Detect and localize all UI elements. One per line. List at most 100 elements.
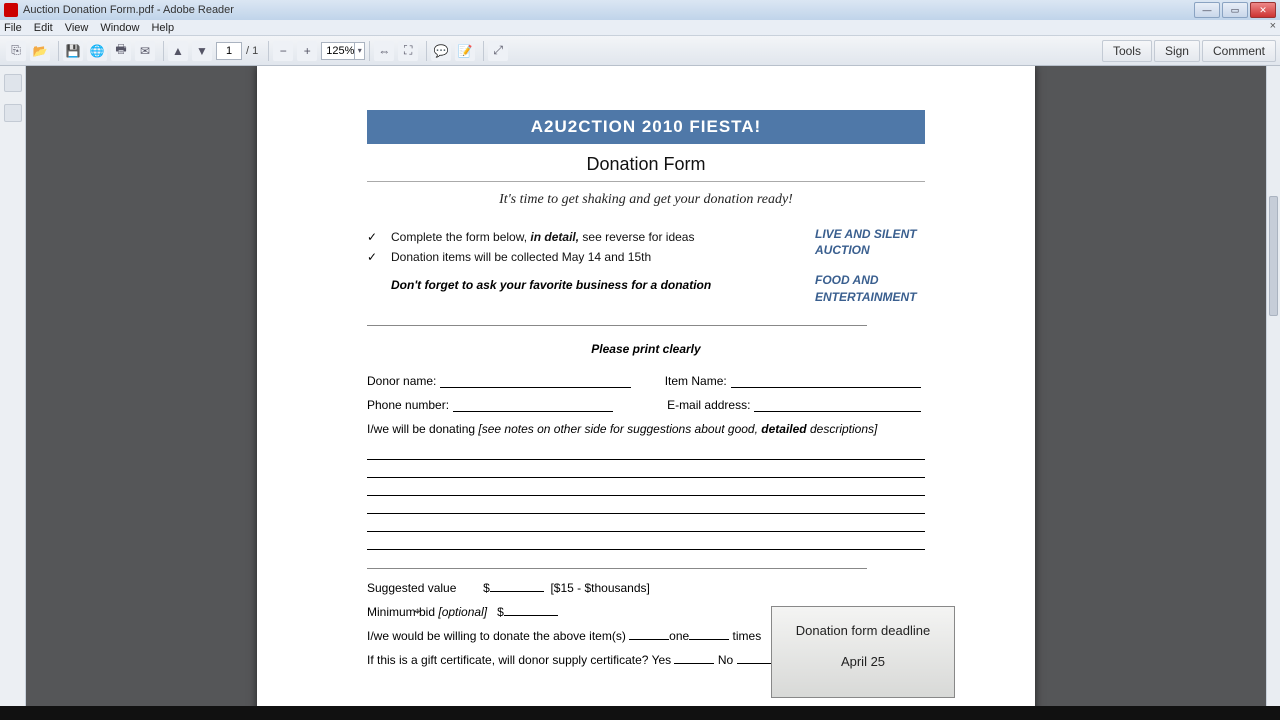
dollar-sign: $ (483, 581, 490, 595)
comment-bubble-icon[interactable]: 💬 (431, 41, 451, 61)
form-subtitle: Donation Form (367, 144, 925, 181)
minimize-button[interactable]: — (1194, 2, 1220, 18)
menubar-close-icon[interactable]: × (1270, 20, 1276, 32)
donating-c: detailed (761, 422, 806, 436)
bullet1-b: in detail, (530, 230, 579, 244)
donating-d: descriptions] (807, 422, 878, 436)
highlight-icon[interactable]: 📝 (455, 41, 475, 61)
deadline-line1: Donation form deadline (772, 623, 954, 638)
separator (483, 41, 484, 61)
donating-b: [see notes on other side for suggestions… (478, 422, 761, 436)
nav-rail (0, 66, 26, 706)
window-title: Auction Donation Form.pdf - Adobe Reader (23, 4, 1192, 16)
comment-button[interactable]: Comment (1202, 40, 1276, 62)
row-donor-item: Donor name: Item Name: (367, 374, 925, 388)
save-icon[interactable]: 💾 (63, 41, 83, 61)
menu-window[interactable]: Window (100, 22, 139, 34)
open-icon[interactable]: 📂 (30, 41, 50, 61)
bottom-strip (0, 706, 1280, 720)
bullet1-c: see reverse for ideas (579, 230, 694, 244)
maximize-button[interactable]: ▭ (1222, 2, 1248, 18)
intro-right: LIVE AND SILENT AUCTION FOOD AND ENTERTA… (815, 224, 925, 319)
deadline-box: Donation form deadline April 25 (771, 606, 955, 698)
zoom-select[interactable]: 125% ▾ (321, 42, 365, 60)
zoom-value: 125% (326, 43, 354, 59)
sign-button[interactable]: Sign (1154, 40, 1200, 62)
menu-file[interactable]: File (4, 22, 22, 34)
gift-a: If this is a gift certificate, will dono… (367, 653, 674, 667)
bullet-1: ✓ Complete the form below, in detail, se… (367, 230, 795, 244)
label-optional: [optional] (438, 605, 487, 619)
menu-edit[interactable]: Edit (34, 22, 53, 34)
bullet2-text: Donation items will be collected May 14 … (391, 250, 651, 264)
label-minbid: Minimum bid (367, 605, 438, 619)
separator (369, 41, 370, 61)
right-panel-buttons: Tools Sign Comment (1102, 40, 1276, 62)
divider (367, 325, 867, 326)
print-icon[interactable]: 🖶 (111, 41, 131, 61)
blank-line (367, 460, 925, 478)
fit-page-icon[interactable]: ⛶ (398, 41, 418, 61)
willing-c: times (729, 629, 761, 643)
page-up-icon[interactable]: ▲ (168, 41, 188, 61)
divider (367, 568, 867, 569)
blank-line (367, 532, 925, 550)
export-pdf-icon[interactable]: ⎘ (6, 41, 26, 61)
tagline: It's time to get shaking and get your do… (367, 192, 925, 208)
bullet-2: ✓ Donation items will be collected May 1… (367, 250, 795, 264)
menu-view[interactable]: View (65, 22, 89, 34)
blank-line (367, 478, 925, 496)
tools-button[interactable]: Tools (1102, 40, 1152, 62)
sidebar-note-1: LIVE AND SILENT AUCTION (815, 226, 925, 258)
blank-line (367, 496, 925, 514)
willing-b: one (669, 629, 689, 643)
donating-a: I/we will be donating (367, 422, 478, 436)
menu-help[interactable]: Help (151, 22, 174, 34)
willing-a: I/we would be willing to donate the abov… (367, 629, 629, 643)
deadline-line2: April 25 (772, 654, 954, 669)
label-phone: Phone number: (367, 398, 449, 412)
email-icon[interactable]: ✉ (135, 41, 155, 61)
divider (367, 181, 925, 182)
field-item (731, 374, 921, 388)
attachments-icon[interactable] (4, 104, 22, 122)
print-note: Please print clearly (367, 342, 925, 356)
menubar: File Edit View Window Help × (0, 20, 1280, 36)
refresh-icon[interactable]: 🌐 (87, 41, 107, 61)
read-mode-icon[interactable]: ⤢ (488, 41, 508, 61)
label-email: E-mail address: (667, 398, 750, 412)
zoom-in-icon[interactable]: + (297, 41, 317, 61)
gift-no: No (714, 653, 736, 667)
row-suggested: Suggested value $ [$15 - $thousands] (367, 581, 925, 595)
page-number-input[interactable]: 1 (216, 42, 242, 60)
app-icon (4, 3, 18, 17)
thumbnails-icon[interactable] (4, 74, 22, 92)
suggested-hint: [$15 - $thousands] (550, 581, 649, 595)
page-down-icon[interactable]: ▼ (192, 41, 212, 61)
donating-line: I/we will be donating [see notes on othe… (367, 422, 925, 436)
zoom-out-icon[interactable]: − (273, 41, 293, 61)
row-phone-email: Phone number: E-mail address: (367, 398, 925, 412)
window-controls: — ▭ ✕ (1192, 2, 1276, 18)
close-button[interactable]: ✕ (1250, 2, 1276, 18)
document-viewer[interactable]: A2U2CTION 2010 FIESTA! Donation Form It'… (26, 66, 1266, 706)
field-donor (440, 374, 630, 388)
blank-line (367, 442, 925, 460)
field-phone (453, 398, 613, 412)
field-willing-1 (629, 639, 669, 640)
checkmark-icon: ✓ (367, 250, 391, 264)
page-total: / 1 (246, 45, 258, 57)
workarea: A2U2CTION 2010 FIESTA! Donation Form It'… (0, 66, 1280, 706)
field-willing-2 (689, 639, 729, 640)
separator (426, 41, 427, 61)
field-email (754, 398, 921, 412)
titlebar: Auction Donation Form.pdf - Adobe Reader… (0, 0, 1280, 20)
separator (163, 41, 164, 61)
scrollbar-thumb[interactable] (1269, 196, 1278, 316)
vertical-scrollbar[interactable] (1266, 66, 1280, 706)
fit-width-icon[interactable]: ⇔ (374, 41, 394, 61)
bullet1-a: Complete the form below, (391, 230, 530, 244)
label-item: Item Name: (665, 374, 727, 388)
sidebar-note-2: FOOD AND ENTERTAINMENT (815, 272, 925, 304)
intro-columns: ✓ Complete the form below, in detail, se… (367, 224, 925, 319)
